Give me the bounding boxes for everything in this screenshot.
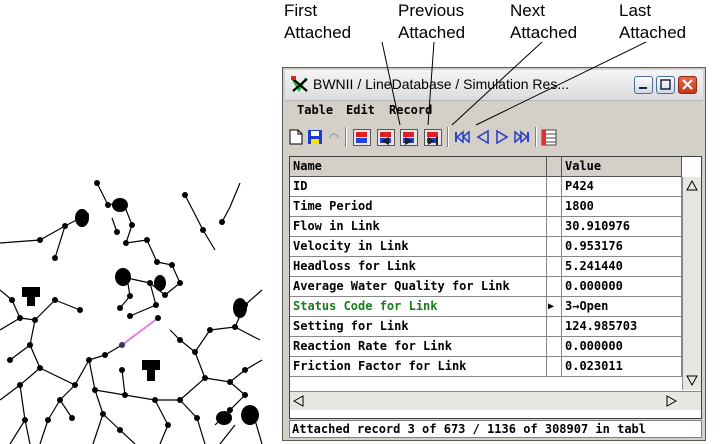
dropdown-marker-icon[interactable]: ▶: [547, 297, 562, 317]
scroll-up-arrow-icon[interactable]: [685, 179, 699, 193]
row-marker: [547, 357, 562, 377]
table-row[interactable]: Friction Factor for Link 0.023011: [290, 357, 701, 377]
field-name: ID: [290, 177, 547, 197]
table-row[interactable]: Setting for Link 124.985703: [290, 317, 701, 337]
new-record-icon[interactable]: [289, 129, 303, 145]
field-name: Average Water Quality for Link: [290, 277, 547, 297]
field-value[interactable]: 0.953176: [562, 237, 682, 257]
minimize-icon: [639, 87, 647, 89]
row-marker: [547, 337, 562, 357]
table-row[interactable]: ID P424: [290, 177, 701, 197]
scroll-down-arrow-icon[interactable]: [685, 373, 699, 387]
column-header-value[interactable]: Value: [562, 157, 682, 177]
last-attached-icon[interactable]: [424, 129, 442, 146]
field-value[interactable]: 5.241440: [562, 257, 682, 277]
attribute-table-window: BWNII / LineDatabase / Simulation Res...…: [282, 67, 706, 441]
save-icon[interactable]: [307, 129, 323, 145]
callout-first-attached: First Attached: [284, 1, 352, 42]
table-row[interactable]: Time Period 1800: [290, 197, 701, 217]
table-row[interactable]: Flow in Link 30.910976: [290, 217, 701, 237]
field-name: Setting for Link: [290, 317, 547, 337]
field-name: Status Code for Link: [290, 297, 547, 317]
column-header-spacer: [547, 157, 562, 177]
row-marker: [547, 197, 562, 217]
callout-previous-attached: Previous Attached: [398, 1, 466, 42]
row-marker: [547, 317, 562, 337]
first-record-icon[interactable]: [453, 129, 471, 145]
close-button[interactable]: [678, 76, 697, 94]
menu-table[interactable]: Table: [297, 103, 333, 117]
vertical-scrollbar[interactable]: [682, 177, 701, 390]
app-icon: [291, 76, 308, 92]
field-value[interactable]: P424: [562, 177, 682, 197]
close-icon: [682, 79, 693, 90]
toolbar: [287, 123, 702, 153]
last-record-icon[interactable]: [513, 129, 531, 145]
undo-icon[interactable]: [327, 129, 341, 145]
table-row[interactable]: Status Code for Link ▶ 3→Open: [290, 297, 701, 317]
toolbar-separator: [535, 127, 537, 147]
row-marker: [547, 177, 562, 197]
field-name: Friction Factor for Link: [290, 357, 547, 377]
field-name: Flow in Link: [290, 217, 547, 237]
field-value[interactable]: 124.985703: [562, 317, 682, 337]
maximize-button[interactable]: [656, 76, 675, 94]
next-attached-icon[interactable]: [400, 129, 418, 146]
table-row[interactable]: Velocity in Link 0.953176: [290, 237, 701, 257]
attribute-grid: Name Value ID P424 Time Period 1800 Flow…: [289, 156, 702, 419]
table-row[interactable]: Reaction Rate for Link 0.000000: [290, 337, 701, 357]
row-marker: [547, 217, 562, 237]
first-attached-icon[interactable]: [353, 129, 371, 146]
field-value[interactable]: 0.000000: [562, 337, 682, 357]
table-row[interactable]: Average Water Quality for Link 0.000000: [290, 277, 701, 297]
field-value[interactable]: 3→Open: [562, 297, 682, 317]
table-row[interactable]: Headloss for Link 5.241440: [290, 257, 701, 277]
callout-next-attached: Next Attached: [510, 1, 578, 42]
field-value[interactable]: 0.000000: [562, 277, 682, 297]
scroll-left-arrow-icon[interactable]: [292, 394, 306, 408]
menu-edit[interactable]: Edit: [346, 103, 375, 117]
title-bar[interactable]: BWNII / LineDatabase / Simulation Res...: [285, 70, 703, 101]
next-record-icon[interactable]: [494, 129, 510, 145]
field-name: Reaction Rate for Link: [290, 337, 547, 357]
field-value[interactable]: 1800: [562, 197, 682, 217]
field-value[interactable]: 0.023011: [562, 357, 682, 377]
toolbar-separator: [345, 127, 347, 147]
field-name: Velocity in Link: [290, 237, 547, 257]
previous-attached-icon[interactable]: [377, 129, 395, 146]
row-marker: [547, 277, 562, 297]
field-value[interactable]: 30.910976: [562, 217, 682, 237]
row-marker: [547, 257, 562, 277]
window-title: BWNII / LineDatabase / Simulation Res...: [313, 76, 569, 92]
callout-last-attached: Last Attached: [619, 1, 687, 42]
toolbar-separator: [447, 127, 449, 147]
menu-record[interactable]: Record: [389, 103, 432, 117]
column-header-name[interactable]: Name: [290, 157, 547, 177]
field-name: Headloss for Link: [290, 257, 547, 277]
minimize-button[interactable]: [634, 76, 653, 94]
row-marker: [547, 237, 562, 257]
status-bar: Attached record 3 of 673 / 1136 of 30890…: [289, 420, 702, 438]
maximize-icon: [660, 79, 671, 90]
previous-record-icon[interactable]: [475, 129, 491, 145]
menu-bar: Table Edit Record: [287, 103, 702, 121]
field-name: Time Period: [290, 197, 547, 217]
horizontal-scrollbar[interactable]: [290, 391, 701, 410]
scroll-right-arrow-icon[interactable]: [664, 394, 678, 408]
tabular-view-icon[interactable]: [541, 129, 557, 146]
table-header-row: Name Value: [290, 157, 701, 177]
